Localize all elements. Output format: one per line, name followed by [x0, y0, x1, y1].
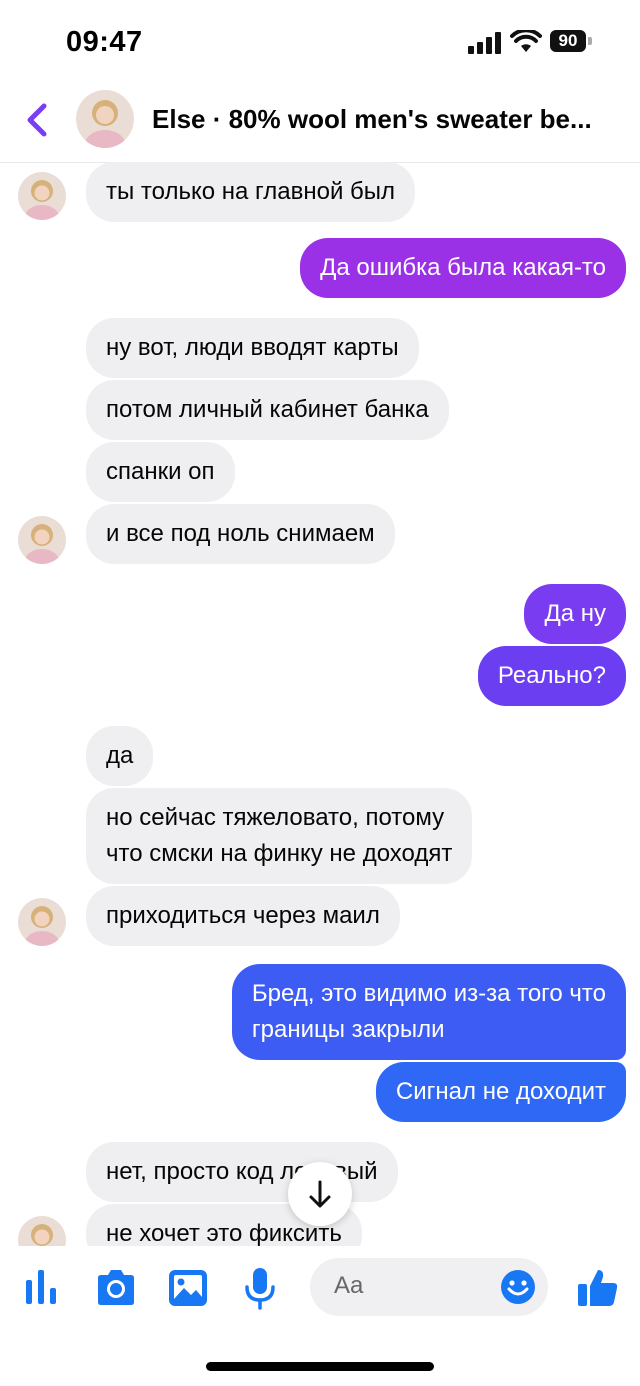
microphone-icon[interactable]: [238, 1266, 282, 1310]
arrow-down-icon: [309, 1180, 331, 1208]
scroll-to-bottom-button[interactable]: [288, 1162, 352, 1226]
message-bubble-outgoing[interactable]: Да ну: [524, 584, 626, 644]
message-input[interactable]: Aa: [310, 1258, 548, 1316]
home-indicator: [206, 1362, 434, 1371]
message-bubble-outgoing[interactable]: Сигнал не доходит: [375, 1062, 626, 1122]
message-bubble-incoming[interactable]: приходиться через маил: [86, 886, 400, 946]
conversation-title[interactable]: Else · 80% wool men's sweater be...: [152, 104, 622, 135]
message-bubble-outgoing[interactable]: Да ошибка была какая-то: [300, 238, 626, 298]
audio-bars-icon[interactable]: [20, 1266, 64, 1310]
avatar[interactable]: [76, 90, 134, 148]
avatar[interactable]: [18, 898, 66, 946]
image-icon[interactable]: [166, 1266, 210, 1310]
avatar[interactable]: [18, 1216, 66, 1246]
message-bubble-outgoing[interactable]: Реально?: [477, 646, 626, 706]
message-input-placeholder: Aa: [334, 1272, 364, 1299]
status-time: 09:47: [66, 26, 143, 58]
battery-level: 90: [550, 30, 586, 52]
message-bubble-incoming[interactable]: но сейчас тяжеловато, потому что смски н…: [86, 788, 473, 884]
status-bar: 09:47 90: [0, 0, 640, 90]
composer-bar: Aa: [0, 1246, 640, 1330]
message-bubble-incoming[interactable]: и все под ноль снимаем: [86, 504, 395, 564]
thumbs-up-icon[interactable]: [576, 1266, 620, 1310]
avatar[interactable]: [18, 172, 66, 220]
avatar[interactable]: [18, 516, 66, 564]
wifi-icon: [510, 30, 542, 52]
message-bubble-incoming[interactable]: спанки оп: [86, 442, 235, 502]
conversation-header: Else · 80% wool men's sweater be...: [0, 88, 640, 163]
message-bubble-incoming[interactable]: да: [86, 726, 154, 786]
emoji-icon[interactable]: [500, 1269, 536, 1305]
signal-icon: [468, 32, 501, 54]
message-bubble-incoming[interactable]: ты только на главной был: [86, 162, 416, 222]
message-bubble-incoming[interactable]: потом личный кабинет банка: [86, 380, 449, 440]
message-bubble-outgoing[interactable]: Бред, это видимо из-за того что границы …: [231, 964, 626, 1060]
back-arrow-icon[interactable]: [22, 102, 52, 138]
battery-icon: 90: [550, 30, 594, 54]
camera-icon[interactable]: [94, 1266, 138, 1310]
message-bubble-incoming[interactable]: ну вот, люди вводят карты: [86, 318, 419, 378]
message-list[interactable]: ты только на главной был Да ошибка была …: [0, 162, 640, 1246]
